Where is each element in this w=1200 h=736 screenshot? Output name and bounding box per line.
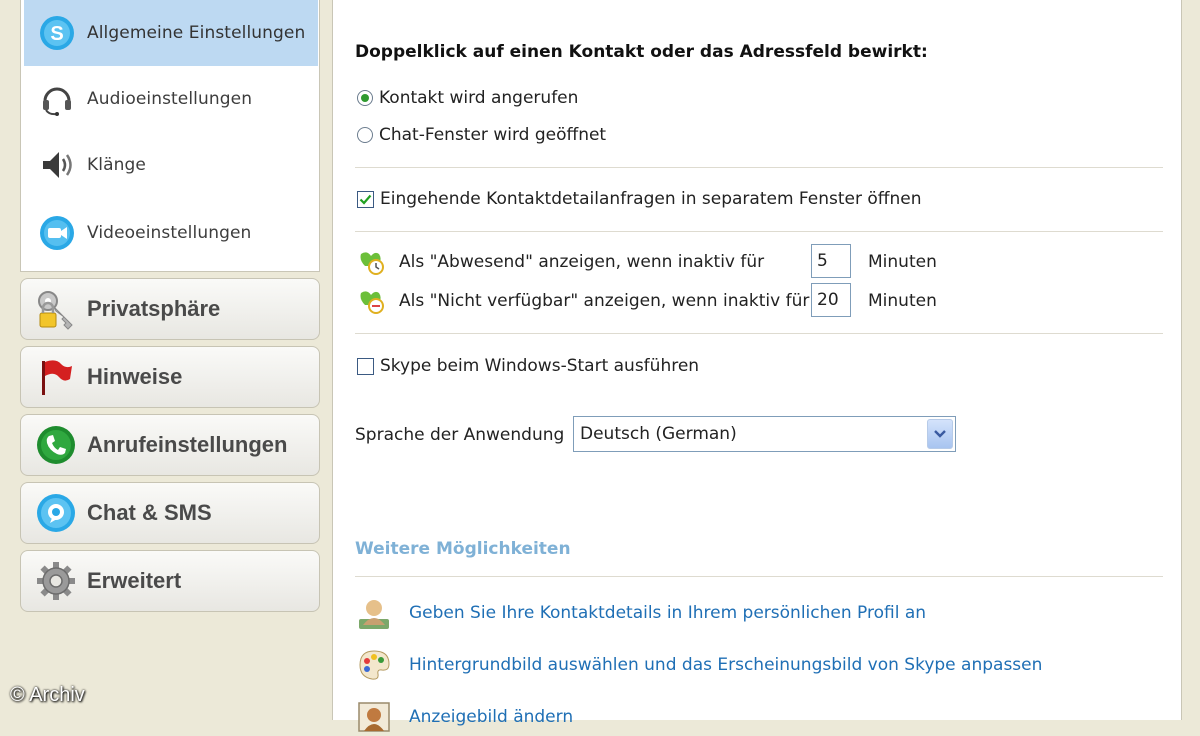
sidebar-item-audio-settings[interactable]: Audioeinstellungen (24, 66, 318, 132)
not-available-minutes-input[interactable]: 20 (811, 283, 851, 317)
language-select-value: Deutsch (German) (580, 424, 737, 444)
radio-call-label: Kontakt wird angerufen (379, 88, 579, 108)
radio-open-chat[interactable]: Chat-Fenster wird geöffnet (357, 125, 606, 145)
away-status-icon (360, 252, 384, 275)
not-available-status-icon (360, 291, 384, 314)
flag-icon (33, 354, 79, 400)
watermark: © Archiv (10, 684, 85, 706)
profile-person-icon (355, 594, 393, 632)
away-minutes-input[interactable]: 5 (811, 244, 851, 278)
divider (355, 167, 1163, 168)
radio-button-chat[interactable] (357, 127, 373, 143)
link-edit-profile[interactable]: Geben Sie Ihre Kontaktdetails in Ihrem p… (355, 594, 926, 632)
link-change-avatar[interactable]: Anzeigebild ändern (355, 698, 573, 736)
radio-chat-label: Chat-Fenster wird geöffnet (379, 125, 607, 145)
lock-key-icon (33, 286, 79, 332)
category-advanced-button[interactable]: Erweitert (20, 550, 320, 612)
sidebar-item-general-settings[interactable]: S Allgemeine Einstellungen (24, 0, 318, 66)
radio-button-call[interactable] (357, 90, 373, 106)
not-available-row: Als "Nicht verfügbar" anzeigen, wenn ina… (357, 287, 809, 315)
sidebar-item-label: Allgemeine Einstellungen (87, 23, 306, 43)
svg-text:S: S (50, 23, 63, 45)
sidebar-item-video-settings[interactable]: Videoeinstellungen (24, 200, 318, 266)
category-notifications-button[interactable]: Hinweise (20, 346, 320, 408)
link-customize-appearance[interactable]: Hintergrundbild auswählen und das Ersche… (355, 646, 1042, 684)
settings-content: Doppelklick auf einen Kontakt oder das A… (332, 0, 1182, 732)
away-label: Als "Abwesend" anzeigen, wenn inaktiv fü… (399, 252, 765, 272)
sidebar-item-label: Videoeinstellungen (87, 223, 252, 243)
category-label: Hinweise (87, 364, 183, 389)
settings-sidebar: S Allgemeine Einstellungen Audioeinstell… (0, 0, 332, 720)
doubleclick-heading: Doppelklick auf einen Kontakt oder das A… (355, 42, 928, 62)
chat-icon (33, 490, 79, 536)
window-edge (1182, 0, 1200, 720)
category-label: Privatsphäre (87, 296, 221, 321)
divider (355, 231, 1163, 232)
video-icon (37, 213, 77, 253)
checkbox-contact-requests-label: Eingehende Kontaktdetailanfragen in sepa… (380, 189, 922, 209)
speaker-icon (37, 145, 77, 185)
away-row: Als "Abwesend" anzeigen, wenn inaktiv fü… (357, 248, 764, 276)
more-options-title: Weitere Möglichkeiten (355, 539, 571, 559)
divider (355, 333, 1163, 334)
not-available-label: Als "Nicht verfügbar" anzeigen, wenn ina… (399, 291, 810, 311)
palette-icon (355, 646, 393, 684)
category-calls-button[interactable]: Anrufeinstellungen (20, 414, 320, 476)
skype-icon: S (37, 13, 77, 53)
category-privacy-button[interactable]: Privatsphäre (20, 278, 320, 340)
checkbox-autostart-box[interactable] (357, 357, 374, 375)
link-customize-appearance-label: Hintergrundbild auswählen und das Ersche… (409, 655, 1043, 675)
not-available-unit: Minuten (868, 291, 937, 311)
away-unit: Minuten (868, 252, 937, 272)
checkbox-contact-requests[interactable]: Eingehende Kontaktdetailanfragen in sepa… (357, 189, 922, 209)
sidebar-item-label: Audioeinstellungen (87, 89, 253, 109)
sidebar-item-sounds[interactable]: Klänge (24, 132, 318, 198)
language-label: Sprache der Anwendung (355, 425, 565, 445)
checkbox-contact-requests-box[interactable] (357, 190, 374, 208)
headset-icon (37, 79, 77, 119)
checkmark-icon (359, 194, 372, 205)
radio-call-contact[interactable]: Kontakt wird angerufen (357, 88, 578, 108)
checkbox-autostart-label: Skype beim Windows-Start ausführen (380, 356, 700, 376)
general-subpanel: S Allgemeine Einstellungen Audioeinstell… (20, 0, 320, 272)
sidebar-item-label: Klänge (87, 155, 146, 175)
phone-icon (33, 422, 79, 468)
divider (355, 576, 1163, 577)
category-label: Erweitert (87, 568, 182, 593)
link-edit-profile-label: Geben Sie Ihre Kontaktdetails in Ihrem p… (409, 603, 927, 623)
category-label: Chat & SMS (87, 500, 212, 525)
chevron-down-icon[interactable] (927, 419, 953, 449)
language-select[interactable]: Deutsch (German) (573, 416, 956, 452)
checkbox-autostart[interactable]: Skype beim Windows-Start ausführen (357, 356, 699, 376)
link-change-avatar-label: Anzeigebild ändern (409, 707, 574, 727)
picture-icon (355, 698, 393, 736)
category-chat-sms-button[interactable]: Chat & SMS (20, 482, 320, 544)
gear-icon (33, 558, 79, 604)
category-label: Anrufeinstellungen (87, 432, 288, 457)
